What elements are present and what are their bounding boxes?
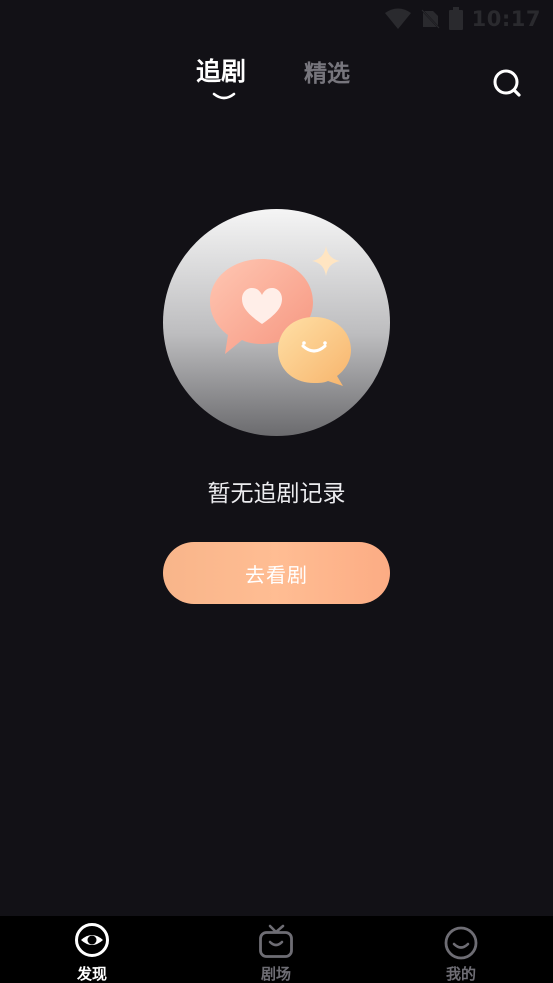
wifi-icon xyxy=(384,8,411,29)
empty-state-message: 暂无追剧记录 xyxy=(207,481,346,507)
status-bar: 10:17 xyxy=(0,0,553,36)
smile-icon xyxy=(444,926,478,960)
battery-icon xyxy=(448,7,463,30)
search-button[interactable] xyxy=(490,66,524,100)
top-tabs: 追剧 精选 xyxy=(0,52,553,108)
tv-icon xyxy=(259,924,293,958)
nav-item-discover[interactable]: 发现 xyxy=(32,916,152,983)
eye-icon xyxy=(75,923,109,957)
go-watch-button[interactable]: 去看剧 xyxy=(163,542,390,604)
empty-illustration xyxy=(163,209,390,436)
search-icon xyxy=(493,69,521,97)
nav-item-theater[interactable]: 剧场 xyxy=(216,916,336,983)
bottom-nav: 发现 剧场 我的 xyxy=(0,916,553,983)
nav-item-mine[interactable]: 我的 xyxy=(401,916,521,983)
tab-featured[interactable]: 精选 xyxy=(304,54,350,88)
app-screen: 10:17 追剧 精选 暂无追剧记录 去看剧 发现 剧场 我的 xyxy=(0,0,553,983)
tab-active-indicator xyxy=(212,92,236,100)
no-sim-icon xyxy=(420,9,440,29)
nav-label-discover: 发现 xyxy=(76,965,107,983)
status-icons: 10:17 xyxy=(384,6,541,32)
status-time: 10:17 xyxy=(471,7,541,31)
nav-label-mine: 我的 xyxy=(445,965,476,983)
nav-label-theater: 剧场 xyxy=(260,965,291,983)
tab-following[interactable]: 追剧 xyxy=(196,52,246,88)
